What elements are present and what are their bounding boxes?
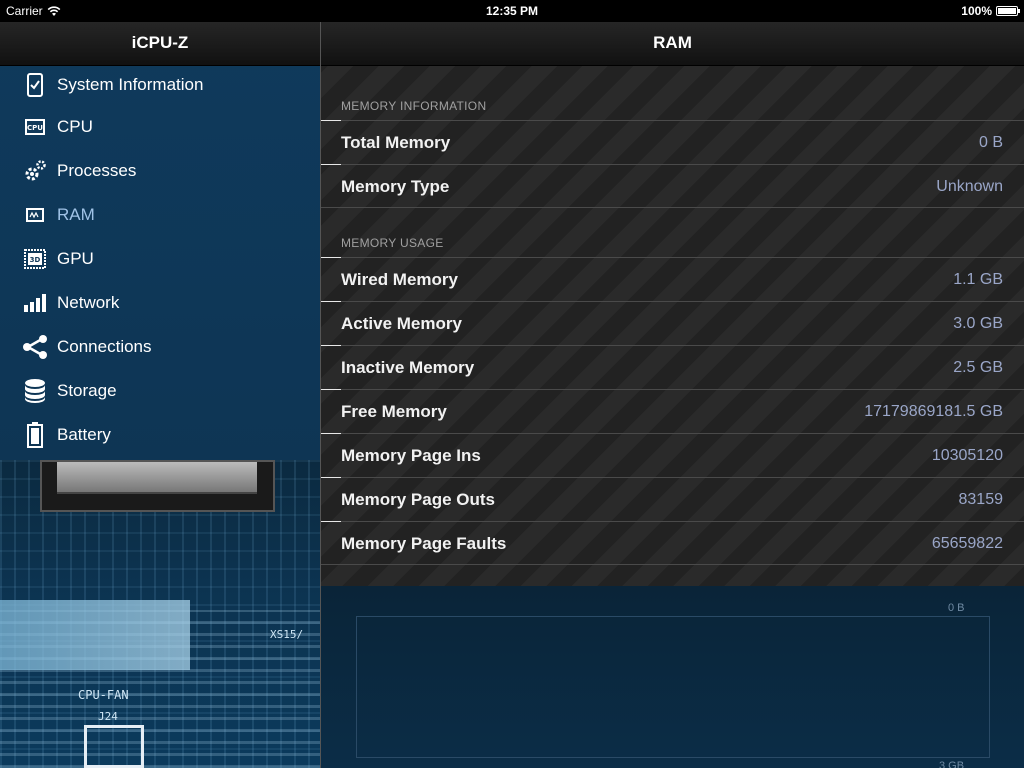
memory-graph: 0 B 3 GB bbox=[321, 586, 1024, 768]
graph-top-label: 0 B bbox=[948, 602, 965, 614]
row-label: Active Memory bbox=[341, 313, 462, 333]
svg-text:CPU: CPU bbox=[27, 124, 43, 132]
svg-text:3D: 3D bbox=[30, 256, 41, 264]
status-bar: Carrier 12:35 PM 100% bbox=[0, 0, 1024, 22]
graph-plot-area bbox=[356, 616, 990, 758]
table-row-memory-page-ins[interactable]: Memory Page Ins 10305120 bbox=[321, 433, 1024, 477]
table-row-inactive-memory[interactable]: Inactive Memory 2.5 GB bbox=[321, 345, 1024, 389]
row-label: Inactive Memory bbox=[341, 357, 475, 377]
row-value: 10305120 bbox=[931, 446, 1003, 464]
sidebar-item-network[interactable]: Network bbox=[0, 281, 320, 325]
table-row-wired-memory[interactable]: Wired Memory 1.1 GB bbox=[321, 257, 1024, 301]
battery-indicator: 100% bbox=[961, 4, 1020, 18]
section-header-memory-information: MEMORY INFORMATION bbox=[341, 99, 487, 113]
row-label: Memory Type bbox=[341, 176, 450, 196]
row-value: 1.1 GB bbox=[953, 270, 1003, 288]
gears-icon bbox=[22, 158, 48, 184]
row-value: 65659822 bbox=[931, 534, 1003, 552]
circuit-board-image: XS15/ CPU-FAN J24 bbox=[0, 460, 320, 768]
row-value: 0 B bbox=[978, 133, 1003, 151]
table-row-memory-page-faults[interactable]: Memory Page Faults 65659822 bbox=[321, 521, 1024, 565]
sidebar-menu: System Information CPU CPU Processes RAM… bbox=[0, 65, 320, 457]
sidebar-item-storage[interactable]: Storage bbox=[0, 369, 320, 413]
sidebar-item-ram[interactable]: RAM bbox=[0, 193, 320, 237]
gpu-chip-icon: 3D bbox=[22, 246, 48, 272]
database-icon bbox=[22, 378, 48, 404]
graph-bottom-label: 3 GB bbox=[939, 760, 965, 768]
row-label: Free Memory bbox=[341, 401, 447, 421]
sidebar: iCPU-Z System Information CPU CPU Proces… bbox=[0, 22, 320, 768]
table-row-memory-page-outs[interactable]: Memory Page Outs 83159 bbox=[321, 477, 1024, 521]
sidebar-item-label: Connections bbox=[57, 337, 152, 356]
sidebar-item-battery[interactable]: Battery bbox=[0, 413, 320, 457]
ram-icon bbox=[22, 202, 48, 228]
cpu-socket-graphic bbox=[40, 460, 275, 512]
status-time: 12:35 PM bbox=[485, 4, 539, 18]
row-label: Wired Memory bbox=[341, 269, 458, 289]
board-label: CPU-FAN bbox=[78, 688, 129, 702]
row-value: Unknown bbox=[936, 177, 1003, 195]
row-label: Total Memory bbox=[341, 132, 451, 152]
table-row-total-memory[interactable]: Total Memory 0 B bbox=[321, 120, 1024, 164]
row-value: 2.5 GB bbox=[953, 358, 1003, 376]
battery-percent: 100% bbox=[961, 4, 992, 18]
sidebar-item-label: Processes bbox=[57, 161, 137, 180]
battery-icon bbox=[22, 422, 48, 448]
board-connector-graphic bbox=[84, 725, 144, 768]
sidebar-item-cpu[interactable]: CPU CPU bbox=[0, 105, 320, 149]
sidebar-item-label: System Information bbox=[57, 75, 204, 94]
row-value: 83159 bbox=[958, 490, 1004, 508]
sidebar-item-label: Network bbox=[57, 293, 120, 312]
section-divider bbox=[321, 564, 1024, 565]
sidebar-item-system-information[interactable]: System Information bbox=[0, 65, 320, 105]
signal-bars-icon bbox=[22, 290, 48, 316]
battery-status-icon bbox=[996, 6, 1020, 16]
row-value: 3.0 GB bbox=[953, 314, 1003, 332]
sidebar-item-label: Battery bbox=[57, 425, 111, 444]
detail-pane: RAM MEMORY INFORMATION Total Memory 0 B … bbox=[321, 22, 1024, 768]
sidebar-item-connections[interactable]: Connections bbox=[0, 325, 320, 369]
row-label: Memory Page Ins bbox=[341, 445, 481, 465]
sidebar-item-label: Storage bbox=[57, 381, 117, 400]
sidebar-item-label: GPU bbox=[57, 249, 94, 268]
board-label: J24 bbox=[98, 710, 118, 723]
sidebar-item-processes[interactable]: Processes bbox=[0, 149, 320, 193]
row-label: Memory Page Outs bbox=[341, 489, 495, 509]
phone-check-icon bbox=[22, 72, 48, 98]
section-header-memory-usage: MEMORY USAGE bbox=[341, 236, 444, 250]
section-divider bbox=[321, 207, 1024, 208]
share-icon bbox=[22, 334, 48, 360]
board-label: XS15/ bbox=[270, 628, 304, 641]
cpu-chip-icon: CPU bbox=[22, 114, 48, 140]
sidebar-item-label: RAM bbox=[57, 205, 95, 224]
row-label: Memory Page Faults bbox=[341, 533, 507, 553]
row-value: 17179869181.5 GB bbox=[864, 402, 1003, 420]
table-row-active-memory[interactable]: Active Memory 3.0 GB bbox=[321, 301, 1024, 345]
table-row-free-memory[interactable]: Free Memory 17179869181.5 GB bbox=[321, 389, 1024, 433]
sidebar-title: iCPU-Z bbox=[0, 22, 320, 66]
sidebar-item-label: CPU bbox=[57, 117, 93, 136]
table-row-memory-type[interactable]: Memory Type Unknown bbox=[321, 164, 1024, 208]
page-title: RAM bbox=[321, 22, 1024, 66]
sidebar-item-gpu[interactable]: 3D GPU bbox=[0, 237, 320, 281]
